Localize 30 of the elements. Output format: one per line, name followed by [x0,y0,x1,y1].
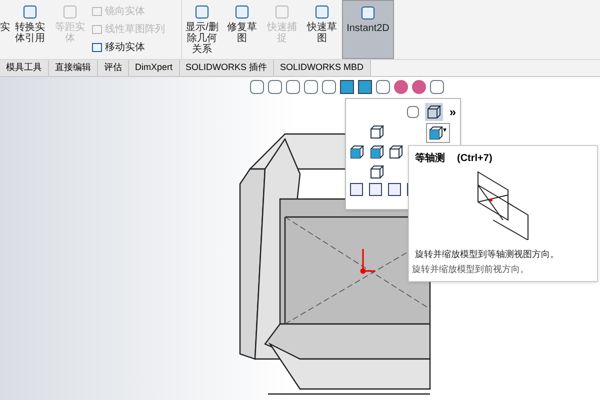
tool-button[interactable]: 移动实体 [105,40,145,55]
tool-button[interactable]: 显示/删除几何关系 [182,0,222,59]
ribbon-tab[interactable]: 模具工具 [0,60,49,76]
more-button[interactable]: » [449,103,456,121]
tool-icon [274,4,290,20]
view-two-row-icon[interactable] [369,183,382,196]
tool-button[interactable]: Instant2D [342,0,394,59]
ribbon-tab[interactable]: SOLIDWORKS MBD [274,60,371,76]
tool-icon[interactable] [322,80,336,94]
isometric-cube-icon[interactable] [429,126,443,140]
tooltip-text: 旋转并缩放模型到等轴测视图方向。 [414,248,560,261]
tooltip-text: 旋转并缩放模型到前视方向。 [411,263,530,276]
tool-icon [234,4,250,20]
tool-icon [360,5,376,21]
shortcut-text: (Ctrl+7) [457,152,492,166]
tool-icon [194,4,210,20]
ribbon-tab[interactable]: 评估 [98,60,129,76]
ribbon-tab[interactable]: DimXpert [129,60,180,76]
ribbon-tab[interactable]: SOLIDWORKS 插件 [180,60,274,76]
tool-icon [314,4,330,20]
tool-button[interactable]: 快速草图 [302,0,342,59]
ribbon-tab[interactable]: 直接编辑 [49,60,98,76]
tool-button[interactable]: 实 [0,0,10,59]
view-two-col-icon[interactable] [388,183,401,196]
tool-button[interactable]: 修复草图 [222,0,262,59]
view-single-icon[interactable] [350,183,363,196]
tool-icon [22,4,38,20]
tool-icon [62,4,78,20]
tool-button[interactable]: 转换实体引用 [10,0,50,59]
tooltip-title: 等轴测 [415,152,445,166]
